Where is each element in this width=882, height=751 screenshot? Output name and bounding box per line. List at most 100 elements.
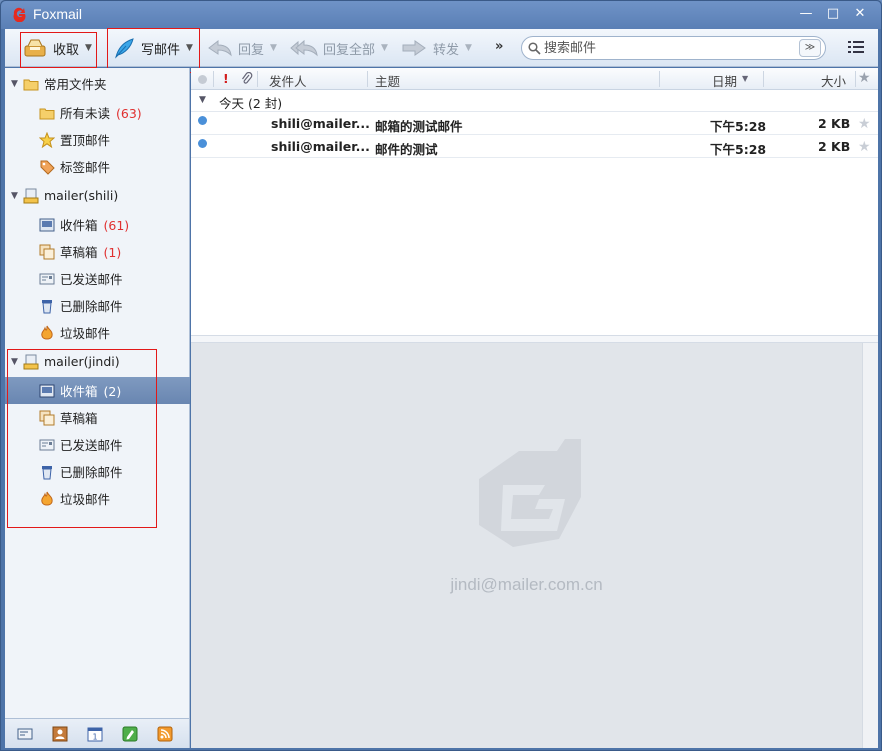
folder-sidebar: ▼ 常用文件夹 所有未读 (63) 置顶邮件 标签邮件 ▼ mailer(shil… xyxy=(5,68,190,718)
priority-column[interactable]: ! xyxy=(223,71,229,86)
group-favorites[interactable]: ▼ 常用文件夹 xyxy=(5,70,190,97)
unread-count: (1) xyxy=(103,245,122,260)
message-date: 下午5:28 xyxy=(710,142,767,157)
star-column-icon[interactable]: ★ xyxy=(858,70,871,86)
reply-label: 回复 xyxy=(238,42,265,58)
maximize-button[interactable]: □ xyxy=(824,6,842,22)
reply-button[interactable]: 回复 ▼ xyxy=(207,29,277,67)
attachment-paperclip-icon[interactable] xyxy=(241,72,253,86)
folder-all-unread[interactable]: 所有未读 (63) xyxy=(5,99,190,126)
folder-inbox[interactable]: 收件箱 (61) xyxy=(5,211,190,238)
view-list-icon[interactable] xyxy=(848,40,864,54)
folder-label: 收件箱 xyxy=(60,218,98,233)
sent-mail-icon xyxy=(39,273,55,284)
reply-dropdown-icon[interactable]: ▼ xyxy=(270,43,277,53)
search-options-chevron-icon[interactable]: ≫ xyxy=(799,39,821,57)
highlight-box-jindi-account xyxy=(7,349,157,528)
message-subject: 邮箱的测试邮件 xyxy=(375,119,463,134)
message-row[interactable]: shili@mailer... 邮箱的测试邮件 下午5:28 2 KB ★ xyxy=(191,112,878,135)
date-group-today[interactable]: ▼ 今天 (2 封) xyxy=(191,90,878,112)
message-date: 下午5:28 xyxy=(710,119,767,134)
title-bar: Foxmail — □ ✕ xyxy=(1,1,881,29)
message-size: 2 KB xyxy=(818,116,851,131)
star-icon[interactable]: ★ xyxy=(858,139,871,155)
column-header: ! 发件人 主题 日期 ▼ 大小 ★ xyxy=(191,68,878,90)
group-label: 今天 (2 封) xyxy=(219,96,283,111)
size-column[interactable]: 大小 xyxy=(821,71,846,90)
unread-dot-icon[interactable] xyxy=(198,139,207,148)
tag-icon xyxy=(40,160,55,175)
app-title: Foxmail xyxy=(33,6,83,22)
folder-sent[interactable]: 已发送邮件 xyxy=(5,265,190,292)
account-shili[interactable]: ▼ mailer(shili) xyxy=(5,182,190,209)
inbox-icon xyxy=(39,218,55,231)
sort-desc-icon: ▼ xyxy=(742,74,749,83)
pane-splitter[interactable] xyxy=(191,335,878,343)
unread-count: (61) xyxy=(103,218,130,233)
folder-junk[interactable]: 垃圾邮件 xyxy=(5,319,190,346)
collapse-arrow-icon[interactable]: ▼ xyxy=(11,191,18,201)
forward-arrow-icon xyxy=(402,40,426,56)
message-size: 2 KB xyxy=(818,139,851,154)
sender-column[interactable]: 发件人 xyxy=(269,71,307,90)
folder-label: 已删除邮件 xyxy=(60,299,123,314)
message-sender: shili@mailer... xyxy=(271,116,370,131)
message-subject: 邮件的测试 xyxy=(375,142,438,157)
foxmail-logo-icon xyxy=(13,7,26,22)
message-list: ! 发件人 主题 日期 ▼ 大小 ★ ▼ 今天 (2 封) shili@mail… xyxy=(191,68,878,338)
collapse-arrow-icon[interactable]: ▼ xyxy=(199,95,206,105)
read-status-column-icon[interactable] xyxy=(198,75,207,84)
flame-junk-icon xyxy=(41,325,53,339)
folder-tagged[interactable]: 标签邮件 xyxy=(5,153,190,180)
forward-button[interactable]: 转发 ▼ xyxy=(401,29,472,67)
preview-scrollbar[interactable] xyxy=(862,343,878,748)
account-label: mailer(shili) xyxy=(44,188,119,203)
subject-column[interactable]: 主题 xyxy=(375,71,400,90)
close-button[interactable]: ✕ xyxy=(851,6,869,22)
folder-icon xyxy=(23,79,39,90)
folder-deleted[interactable]: 已删除邮件 xyxy=(5,292,190,319)
unread-dot-icon[interactable] xyxy=(198,116,207,125)
notes-module-icon[interactable] xyxy=(122,726,138,742)
folder-pinned[interactable]: 置顶邮件 xyxy=(5,126,190,153)
star-icon[interactable]: ★ xyxy=(858,116,871,132)
search-input[interactable] xyxy=(544,39,794,57)
highlight-box-compose xyxy=(107,28,200,73)
module-bar: 1 xyxy=(5,718,190,748)
search-icon xyxy=(528,42,541,55)
date-column[interactable]: 日期 xyxy=(712,71,737,90)
drafts-icon xyxy=(39,244,55,259)
folder-label: 置顶邮件 xyxy=(60,133,111,148)
folder-label: 标签邮件 xyxy=(60,160,111,175)
reply-all-label: 回复全部 xyxy=(323,42,376,58)
forward-dropdown-icon[interactable]: ▼ xyxy=(465,43,472,53)
search-box: ≫ xyxy=(521,36,826,60)
trash-can-icon xyxy=(42,299,52,313)
foxmail-window: Foxmail — □ ✕ 收取 ▼ 写邮件 ▼ 回复 ▼ 回复全部 ▼ 转发 … xyxy=(0,0,882,751)
mail-module-icon[interactable] xyxy=(17,726,33,742)
unread-count: (63) xyxy=(116,106,142,121)
collapse-arrow-icon[interactable]: ▼ xyxy=(11,79,18,89)
folder-label: 垃圾邮件 xyxy=(60,326,111,341)
account-computer-icon xyxy=(23,188,39,203)
folder-label: 已发送邮件 xyxy=(60,272,123,287)
rss-module-icon[interactable] xyxy=(157,726,173,742)
message-row[interactable]: shili@mailer... 邮件的测试 下午5:28 2 KB ★ xyxy=(191,135,878,158)
minimize-button[interactable]: — xyxy=(797,6,815,22)
foxmail-watermark-icon xyxy=(479,439,581,547)
reply-arrow-icon xyxy=(208,39,232,57)
group-label: 常用文件夹 xyxy=(44,77,107,92)
message-sender: shili@mailer... xyxy=(271,139,370,154)
folder-icon xyxy=(39,108,55,119)
folder-label: 所有未读 xyxy=(60,106,111,121)
folder-drafts[interactable]: 草稿箱 (1) xyxy=(5,238,190,265)
calendar-module-icon[interactable]: 1 xyxy=(87,726,103,742)
svg-text:1: 1 xyxy=(92,733,97,742)
highlight-box-receive xyxy=(20,32,97,68)
reply-all-dropdown-icon[interactable]: ▼ xyxy=(381,43,388,53)
forward-label: 转发 xyxy=(433,42,460,58)
reply-all-button[interactable]: 回复全部 ▼ xyxy=(289,29,388,67)
contacts-module-icon[interactable] xyxy=(52,726,68,742)
star-icon xyxy=(39,131,55,148)
more-tools-button[interactable]: » xyxy=(495,39,503,54)
